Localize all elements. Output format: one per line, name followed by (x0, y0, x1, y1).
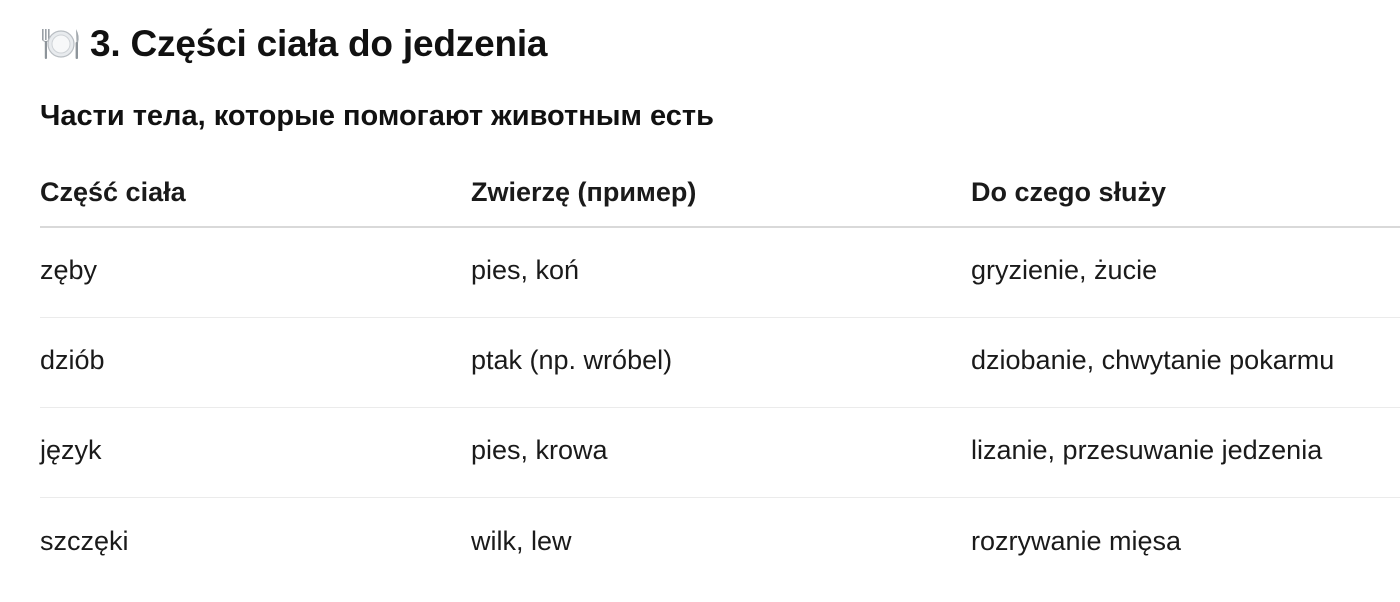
fork-knife-plate-icon (40, 26, 82, 62)
section-title: 3. Części ciała do jedzenia (90, 23, 548, 64)
cell-purpose: lizanie, przesuwanie jedzenia (971, 435, 1323, 465)
body-parts-table: Część ciała Zwierzę (пример) Do czego sł… (40, 160, 1400, 588)
cell-purpose: gryzienie, żucie (971, 255, 1158, 285)
cell-animal: pies, krowa (471, 435, 608, 465)
cell-animal: pies, koń (471, 255, 580, 285)
cell-animal: ptak (np. wróbel) (471, 345, 673, 375)
section-heading: 3. Części ciała do jedzenia (40, 20, 548, 68)
table-row: zęby pies, koń gryzienie, żucie (40, 228, 1400, 318)
cell-purpose: rozrywanie mięsa (971, 525, 1182, 556)
column-header-body-part: Część ciała (40, 177, 186, 207)
section-subtitle: Части тела, которые помогают животным ес… (40, 100, 714, 132)
column-header-purpose: Do czego służy (971, 177, 1167, 207)
cell-animal: wilk, lew (471, 525, 572, 556)
table-row: szczęki wilk, lew rozrywanie mięsa (40, 498, 1400, 588)
cell-purpose: dziobanie, chwytanie pokarmu (971, 345, 1335, 375)
column-header-animal: Zwierzę (пример) (471, 177, 697, 207)
cell-body-part: zęby (40, 255, 98, 285)
table-header-row: Część ciała Zwierzę (пример) Do czego sł… (40, 160, 1400, 228)
cell-body-part: dziób (40, 345, 105, 375)
table-row: język pies, krowa lizanie, przesuwanie j… (40, 408, 1400, 498)
table-row: dziób ptak (np. wróbel) dziobanie, chwyt… (40, 318, 1400, 408)
cell-body-part: szczęki (40, 525, 129, 556)
cell-body-part: język (40, 435, 102, 465)
